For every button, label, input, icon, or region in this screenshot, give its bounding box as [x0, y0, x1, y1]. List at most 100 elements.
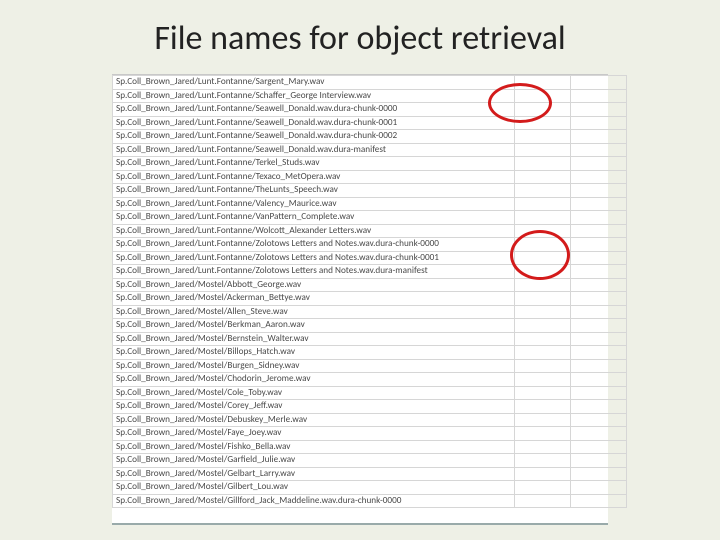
empty-cell [515, 292, 571, 306]
empty-cell [515, 89, 571, 103]
file-path-cell: Sp.Coll_Brown_Jared/Mostel/Corey_Jeff.wa… [113, 400, 515, 414]
file-path-cell: Sp.Coll_Brown_Jared/Mostel/Debuskey_Merl… [113, 413, 515, 427]
table-row: Sp.Coll_Brown_Jared/Mostel/Corey_Jeff.wa… [113, 400, 627, 414]
empty-cell [571, 265, 627, 279]
file-path-cell: Sp.Coll_Brown_Jared/Lunt.Fontanne/Seawel… [113, 103, 515, 117]
empty-cell [515, 494, 571, 508]
table-row: Sp.Coll_Brown_Jared/Lunt.Fontanne/Seawel… [113, 116, 627, 130]
empty-cell [515, 373, 571, 387]
empty-cell [571, 454, 627, 468]
empty-cell [515, 130, 571, 144]
empty-cell [515, 440, 571, 454]
empty-cell [571, 170, 627, 184]
empty-cell [571, 427, 627, 441]
empty-cell [515, 481, 571, 495]
file-path-cell: Sp.Coll_Brown_Jared/Lunt.Fontanne/Zoloto… [113, 251, 515, 265]
table-row: Sp.Coll_Brown_Jared/Lunt.Fontanne/Terkel… [113, 157, 627, 171]
empty-cell [515, 427, 571, 441]
file-path-cell: Sp.Coll_Brown_Jared/Mostel/Burgen_Sidney… [113, 359, 515, 373]
empty-cell [571, 467, 627, 481]
empty-cell [571, 413, 627, 427]
empty-cell [571, 143, 627, 157]
table-row: Sp.Coll_Brown_Jared/Lunt.Fontanne/Seawel… [113, 143, 627, 157]
table-row: Sp.Coll_Brown_Jared/Mostel/Garfield_Juli… [113, 454, 627, 468]
file-path-cell: Sp.Coll_Brown_Jared/Mostel/Garfield_Juli… [113, 454, 515, 468]
file-path-cell: Sp.Coll_Brown_Jared/Mostel/Chodorin_Jero… [113, 373, 515, 387]
empty-cell [515, 319, 571, 333]
empty-cell [515, 170, 571, 184]
empty-cell [515, 413, 571, 427]
file-path-cell: Sp.Coll_Brown_Jared/Lunt.Fontanne/VanPat… [113, 211, 515, 225]
empty-cell [571, 116, 627, 130]
empty-cell [515, 76, 571, 90]
table-row: Sp.Coll_Brown_Jared/Mostel/Fishko_Bella.… [113, 440, 627, 454]
table-row: Sp.Coll_Brown_Jared/Lunt.Fontanne/Sargen… [113, 76, 627, 90]
file-path-cell: Sp.Coll_Brown_Jared/Lunt.Fontanne/Sargen… [113, 76, 515, 90]
file-path-cell: Sp.Coll_Brown_Jared/Mostel/Bernstein_Wal… [113, 332, 515, 346]
table-row: Sp.Coll_Brown_Jared/Mostel/Bernstein_Wal… [113, 332, 627, 346]
page-title: File names for object retrieval [0, 18, 720, 59]
table-row: Sp.Coll_Brown_Jared/Mostel/Gillford_Jack… [113, 494, 627, 508]
table-row: Sp.Coll_Brown_Jared/Lunt.Fontanne/Schaff… [113, 89, 627, 103]
table-row: Sp.Coll_Brown_Jared/Mostel/Billops_Hatch… [113, 346, 627, 360]
empty-cell [515, 265, 571, 279]
file-path-cell: Sp.Coll_Brown_Jared/Lunt.Fontanne/Schaff… [113, 89, 515, 103]
table-row: Sp.Coll_Brown_Jared/Mostel/Burgen_Sidney… [113, 359, 627, 373]
file-path-cell: Sp.Coll_Brown_Jared/Lunt.Fontanne/Seawel… [113, 143, 515, 157]
table-row: Sp.Coll_Brown_Jared/Lunt.Fontanne/Zoloto… [113, 251, 627, 265]
empty-cell [571, 346, 627, 360]
empty-cell [571, 332, 627, 346]
file-path-cell: Sp.Coll_Brown_Jared/Mostel/Berkman_Aaron… [113, 319, 515, 333]
table-row: Sp.Coll_Brown_Jared/Mostel/Gelbart_Larry… [113, 467, 627, 481]
file-table: Sp.Coll_Brown_Jared/Lunt.Fontanne/Sargen… [112, 75, 627, 508]
table-row: Sp.Coll_Brown_Jared/Lunt.Fontanne/Seawel… [113, 103, 627, 117]
file-path-cell: Sp.Coll_Brown_Jared/Lunt.Fontanne/Valenc… [113, 197, 515, 211]
empty-cell [571, 197, 627, 211]
file-path-cell: Sp.Coll_Brown_Jared/Lunt.Fontanne/Seawel… [113, 116, 515, 130]
file-path-cell: Sp.Coll_Brown_Jared/Mostel/Abbott_George… [113, 278, 515, 292]
table-row: Sp.Coll_Brown_Jared/Lunt.Fontanne/Valenc… [113, 197, 627, 211]
empty-cell [571, 292, 627, 306]
empty-cell [571, 130, 627, 144]
empty-cell [515, 346, 571, 360]
file-path-cell: Sp.Coll_Brown_Jared/Lunt.Fontanne/Wolcot… [113, 224, 515, 238]
table-row: Sp.Coll_Brown_Jared/Mostel/Allen_Steve.w… [113, 305, 627, 319]
file-path-cell: Sp.Coll_Brown_Jared/Mostel/Gilbert_Lou.w… [113, 481, 515, 495]
spreadsheet: Sp.Coll_Brown_Jared/Lunt.Fontanne/Sargen… [112, 74, 608, 525]
empty-cell [571, 184, 627, 198]
empty-cell [571, 278, 627, 292]
empty-cell [571, 211, 627, 225]
empty-cell [515, 211, 571, 225]
table-row: Sp.Coll_Brown_Jared/Mostel/Debuskey_Merl… [113, 413, 627, 427]
empty-cell [515, 184, 571, 198]
empty-cell [515, 305, 571, 319]
empty-cell [515, 116, 571, 130]
empty-cell [571, 359, 627, 373]
table-row: Sp.Coll_Brown_Jared/Mostel/Chodorin_Jero… [113, 373, 627, 387]
table-row: Sp.Coll_Brown_Jared/Mostel/Abbott_George… [113, 278, 627, 292]
empty-cell [571, 89, 627, 103]
empty-cell [571, 238, 627, 252]
empty-cell [515, 157, 571, 171]
empty-cell [515, 103, 571, 117]
file-path-cell: Sp.Coll_Brown_Jared/Lunt.Fontanne/Seawel… [113, 130, 515, 144]
empty-cell [515, 467, 571, 481]
table-row: Sp.Coll_Brown_Jared/Lunt.Fontanne/Seawel… [113, 130, 627, 144]
file-path-cell: Sp.Coll_Brown_Jared/Lunt.Fontanne/Texaco… [113, 170, 515, 184]
table-row: Sp.Coll_Brown_Jared/Lunt.Fontanne/VanPat… [113, 211, 627, 225]
empty-cell [571, 386, 627, 400]
file-path-cell: Sp.Coll_Brown_Jared/Mostel/Billops_Hatch… [113, 346, 515, 360]
empty-cell [515, 359, 571, 373]
table-row: Sp.Coll_Brown_Jared/Lunt.Fontanne/Wolcot… [113, 224, 627, 238]
empty-cell [515, 251, 571, 265]
empty-cell [571, 305, 627, 319]
table-row: Sp.Coll_Brown_Jared/Mostel/Faye_Joey.wav [113, 427, 627, 441]
empty-cell [515, 278, 571, 292]
empty-cell [571, 494, 627, 508]
table-row: Sp.Coll_Brown_Jared/Mostel/Berkman_Aaron… [113, 319, 627, 333]
table-row: Sp.Coll_Brown_Jared/Lunt.Fontanne/Texaco… [113, 170, 627, 184]
empty-cell [571, 103, 627, 117]
empty-cell [571, 224, 627, 238]
empty-cell [571, 481, 627, 495]
empty-cell [515, 143, 571, 157]
